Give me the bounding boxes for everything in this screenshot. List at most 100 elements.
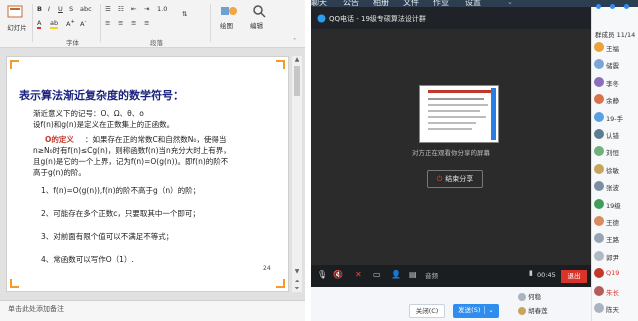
slide-canvas[interactable]: 表示算法渐近复杂度的数学符号： 渐近意义下的记号：O、Ω、θ、o 设f(n)和g… [6,56,289,292]
vertical-scrollbar[interactable]: ▲ ▼ ⏶ ⏷ [292,56,302,292]
member-item[interactable]: 徐敏 [594,162,638,176]
member-avatar [594,303,604,313]
share-icon[interactable] [610,4,615,9]
new-slide-button[interactable] [4,4,26,22]
member-name: 张波 [606,184,619,193]
attendee-avatar [518,307,526,315]
member-item[interactable]: 余静 [594,92,638,106]
exit-call-button[interactable]: 退出 [561,270,587,283]
send-button[interactable]: 发送(S) ⌄ [453,304,499,318]
attendee-item[interactable]: 胡春莲 [518,305,548,315]
member-item[interactable]: 19级 [594,197,638,211]
drawing-button[interactable] [218,4,240,20]
slide-def-line2: n≥N₀时有f(n)≤Cg(n)，则称函数f(n)当n充分大时上有界， [33,146,231,155]
slide-def-line1: ：如果存在正的常数C和自然数N₀，使得当 [85,135,227,144]
font-size-down-button[interactable]: A- [80,19,86,28]
font-size-up-button[interactable]: A+ [66,19,75,28]
font-color-button[interactable]: A [37,19,42,29]
member-item[interactable]: 朱长 [594,284,638,298]
video-icon[interactable] [596,4,601,9]
member-item[interactable]: 19-手 [594,110,638,124]
scroll-down-icon[interactable]: ▼ [293,268,301,276]
notes-pane[interactable]: 单击此处添加备注 [0,300,305,321]
drawing-label: 绘图 [220,22,233,30]
member-item[interactable]: 储震 [594,57,638,71]
preview-title-bar [428,90,492,93]
qq-group-tabbar: 聊天 公告 相册 文件 作业 设置 ⌄ [311,0,638,7]
align-center-button[interactable]: ≡ [118,19,123,27]
member-item[interactable]: 王福 [594,40,638,54]
slide-editing-area: 表示算法渐近复杂度的数学符号： 渐近意义下的记号：O、Ω、θ、o 设f(n)和g… [0,48,305,300]
member-name: 刘恒 [606,149,619,158]
end-share-icon: ⏻ [436,175,443,183]
member-item[interactable]: 王路 [594,231,638,245]
slide-def-label: O的定义 [45,135,74,144]
highlight-button[interactable]: ab [50,19,59,29]
close-button[interactable]: 关闭(C) [409,304,445,318]
call-window-title: QQ电话 - 19级专硕算法设计群 [329,15,426,23]
next-slide-icon[interactable]: ⏷ [293,285,301,292]
end-share-button[interactable]: ⏻ 结束分享 [427,170,483,188]
member-name: 郭尹 [606,253,619,262]
member-name: Q19 [606,269,620,278]
member-item[interactable]: 郭尹 [594,249,638,263]
italic-button[interactable]: I [48,5,50,13]
shared-screen-preview[interactable] [419,85,499,143]
send-label: 发送(S) [458,306,481,314]
increase-indent-button[interactable]: ⇥ [144,5,149,13]
previous-slide-icon[interactable]: ⏶ [293,278,301,285]
scroll-up-icon[interactable]: ▲ [293,56,301,64]
camera-off-icon[interactable]: ✕ [355,270,362,279]
slide-line-notation: 渐近意义下的记号：O、Ω、θ、o [33,109,144,118]
member-name: 王德 [606,219,619,227]
member-item[interactable]: 陈天 [594,301,638,315]
bold-button[interactable]: B [37,5,42,13]
attendee-item[interactable]: 何稳 [518,291,541,301]
member-avatar [594,285,604,296]
member-avatar [594,163,604,174]
microphone-icon[interactable]: 🎙 [317,270,327,279]
call-titlebar: QQ电话 - 19级专硕算法设计群 [311,7,591,29]
bullets-button[interactable]: ☰ [105,5,111,13]
thumbnail-view-label[interactable]: 幻灯片 [4,22,30,32]
member-item[interactable]: 王德 [594,214,638,228]
speaker-mute-icon[interactable]: 🔇 [333,270,343,279]
member-name: 王福 [606,45,619,53]
editing-button[interactable] [248,4,270,20]
decrease-indent-button[interactable]: ⇤ [131,5,136,13]
justify-button[interactable]: ≡ [144,19,149,27]
screen-share-icon[interactable]: ▭ [373,270,381,279]
audio-quality-label[interactable]: 音频 [425,270,438,280]
member-name: 19-手 [606,114,624,123]
call-timer: 00:45 [537,271,556,279]
chat-input-area[interactable]: 关闭(C) 发送(S) ⌄ [311,287,591,321]
member-item[interactable]: 张波 [594,179,638,193]
align-left-button[interactable]: ≡ [105,19,110,27]
member-avatar [594,129,604,139]
line-spacing-value[interactable]: 1.0 [157,5,167,13]
member-name: 认错 [606,132,619,140]
scroll-thumb[interactable] [294,66,300,96]
member-name: 余静 [606,97,619,106]
more-icon[interactable]: ⌄ [507,0,513,6]
underline-button[interactable]: U [58,5,63,13]
preview-text-line [428,122,476,124]
send-options-icon[interactable]: ⌄ [484,306,494,314]
member-avatar [594,181,604,192]
strikethrough-button[interactable]: S [69,5,73,13]
member-item[interactable]: Q19 [594,266,638,280]
more-apps-icon[interactable] [624,4,629,9]
attendee-name: 何稳 [528,293,542,301]
collapse-ribbon-button[interactable]: ˄ [293,37,296,45]
align-right-button[interactable]: ≡ [131,19,136,27]
shadow-button[interactable]: abc [80,5,92,13]
member-item[interactable]: 李冬 [594,75,638,89]
slide-corner-bottom-right [276,279,285,288]
numbering-button[interactable]: ☷ [118,5,124,13]
whiteboard-icon[interactable]: ▤ [409,270,417,279]
member-item[interactable]: 认错 [594,127,638,141]
add-member-icon[interactable]: 👤 [391,270,401,279]
member-item[interactable]: 刘恒 [594,144,638,158]
text-direction-button[interactable]: ⇅ [182,10,187,18]
member-name: 李冬 [606,79,619,88]
